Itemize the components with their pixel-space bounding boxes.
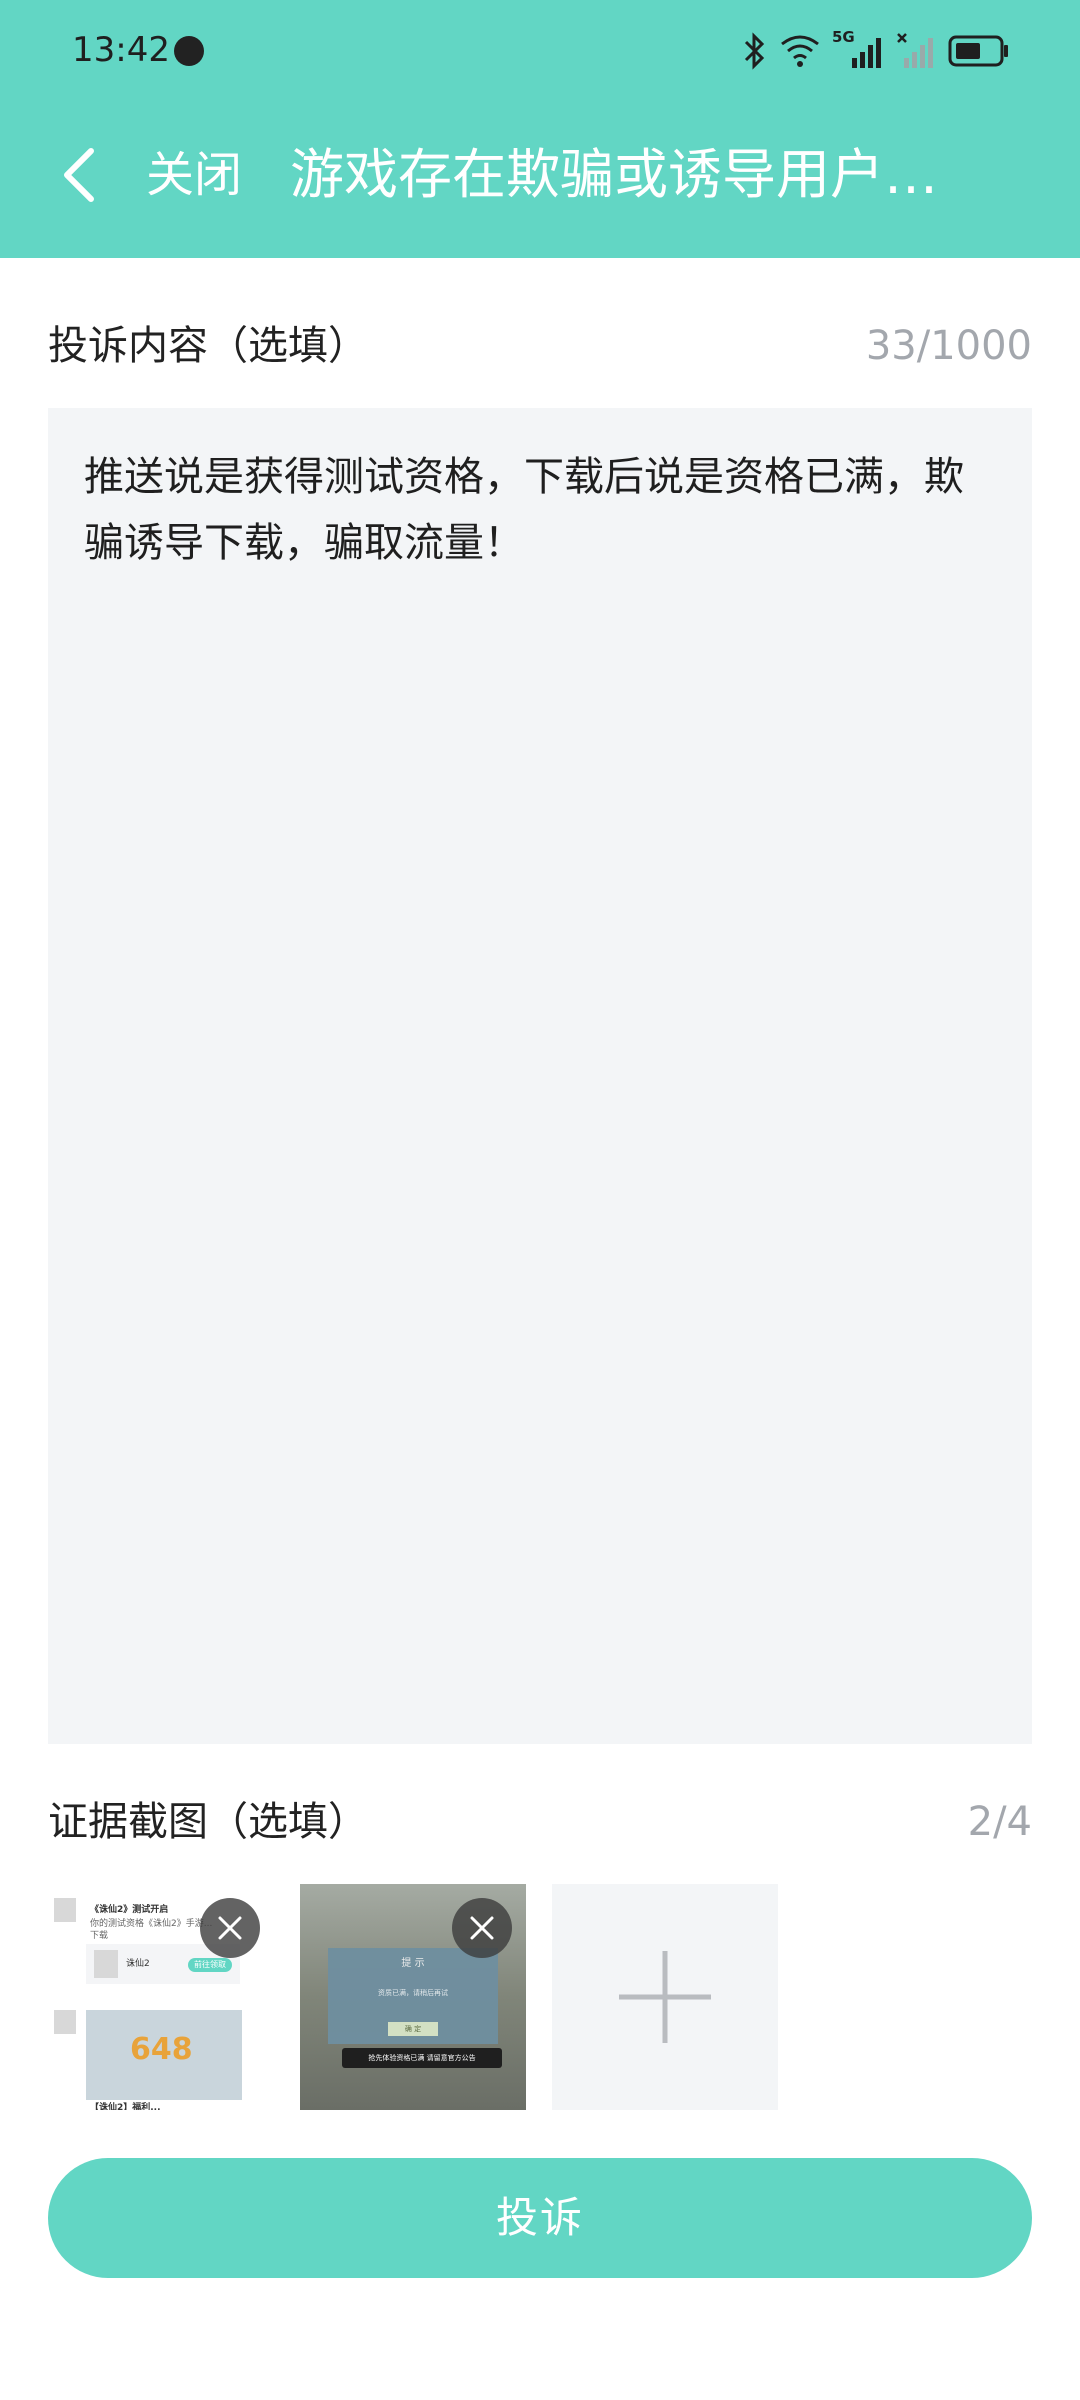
- evidence-label: 证据截图（选填）: [48, 1799, 368, 1845]
- claim-pill: 前往领取: [188, 1958, 232, 1972]
- remove-thumbnail-2-button[interactable]: [452, 1898, 512, 1958]
- close-button[interactable]: 关闭: [146, 140, 242, 210]
- voice-icon: [174, 36, 204, 66]
- close-icon: [218, 1916, 242, 1940]
- status-bar: 13:42 5G: [0, 0, 1080, 100]
- evidence-thumbnail-2[interactable]: 提 示 资质已满，请稍后再试 确 定 抢先体验资格已满 请留意官方公告: [300, 1884, 526, 2110]
- app-header: 13:42 5G 关闭 游戏存在欺骗或诱导用户…: [0, 0, 1080, 258]
- dialog-message: 资质已满，请稍后再试: [378, 1989, 448, 1997]
- wifi-icon: [781, 35, 819, 67]
- status-icons: 5G: [742, 28, 1010, 74]
- dialog-ok: 确 定: [388, 2022, 438, 2036]
- status-time: 13:42: [72, 30, 170, 70]
- close-icon: [470, 1916, 494, 1940]
- navigation-bar: 关闭 游戏存在欺骗或诱导用户…: [0, 120, 1080, 230]
- bluetooth-icon: [744, 32, 765, 70]
- notification-text: 你的测试资格《诛仙2》手游...: [90, 1919, 213, 1929]
- remove-thumbnail-1-button[interactable]: [200, 1898, 260, 1958]
- game-logo-small: [94, 1950, 118, 1978]
- game-name: 诛仙2: [126, 1959, 150, 1969]
- game-logo-2: [54, 2010, 76, 2034]
- signal-5g-icon: 5G: [832, 28, 884, 70]
- add-screenshot-button[interactable]: [552, 1884, 778, 2110]
- chevron-left-icon: [64, 148, 94, 202]
- promo-banner: 648: [86, 2010, 242, 2100]
- game-logo: [54, 1898, 76, 1922]
- game-dialog: 提 示 资质已满，请稍后再试 确 定: [328, 1948, 498, 2044]
- promo-caption: 【诛仙2】福利...: [90, 2103, 161, 2110]
- content-char-count: 33/1000: [865, 323, 1032, 369]
- battery-icon: [948, 35, 1008, 67]
- promo-number: 648: [130, 2032, 193, 2067]
- content-label: 投诉内容（选填）: [48, 323, 368, 369]
- notification-text-2: 下载: [90, 1931, 109, 1941]
- page-title: 游戏存在欺骗或诱导用户…: [290, 143, 938, 206]
- notification-heading: 《诛仙2》测试开启: [90, 1905, 169, 1915]
- back-button[interactable]: [44, 140, 114, 210]
- complaint-textarea[interactable]: 推送说是获得测试资格，下载后说是资格已满，欺骗诱导下载，骗取流量！: [48, 408, 1032, 1744]
- submit-complaint-button[interactable]: 投诉: [48, 2158, 1032, 2278]
- evidence-thumbnail-1[interactable]: 《诛仙2》测试开启 你的测试资格《诛仙2》手游... 下载 诛仙2 前往领取 6…: [48, 1884, 274, 2110]
- game-toast: 抢先体验资格已满 请留意官方公告: [342, 2048, 502, 2068]
- plus-icon: [619, 1951, 711, 2043]
- signal-no-service-icon: [897, 33, 933, 68]
- evidence-count: 2/4: [967, 1799, 1032, 1845]
